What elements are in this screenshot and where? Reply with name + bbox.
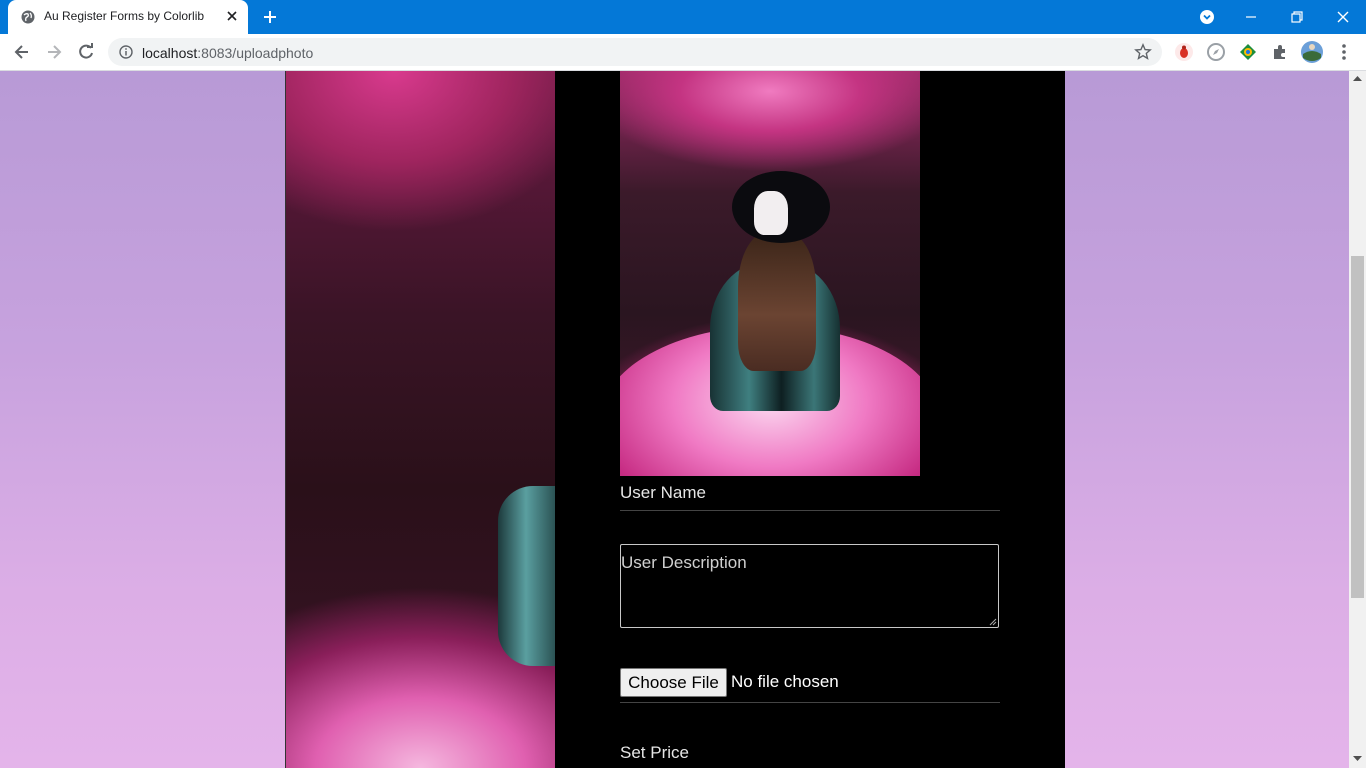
browser-tab-active[interactable]: Au Register Forms by Colorlib xyxy=(8,0,248,34)
more-menu-icon[interactable] xyxy=(1334,42,1354,62)
globe-icon xyxy=(21,10,35,24)
site-info-icon[interactable] xyxy=(119,45,133,59)
preview-hair xyxy=(738,231,816,371)
extensions-puzzle-icon[interactable] xyxy=(1270,42,1290,62)
scrollbar-thumb[interactable] xyxy=(1351,256,1364,598)
tab-title: Au Register Forms by Colorlib xyxy=(44,9,205,23)
browser-toolbar: localhost:8083/uploadphoto xyxy=(0,34,1366,71)
url-host: localhost xyxy=(142,45,198,61)
address-bar[interactable]: localhost:8083/uploadphoto xyxy=(108,38,1162,66)
user-description-placeholder: User Description xyxy=(621,553,747,572)
upload-form: User Name User Description Choose File N… xyxy=(555,71,1065,768)
bookmark-star-icon[interactable] xyxy=(1134,43,1152,61)
compass-extension-icon[interactable] xyxy=(1206,42,1226,62)
scroll-down-arrow-icon[interactable] xyxy=(1353,755,1362,762)
minimize-icon[interactable] xyxy=(1241,7,1261,27)
file-status-text: No file chosen xyxy=(731,672,839,691)
photo-preview-image xyxy=(620,71,920,476)
user-name-underline xyxy=(620,510,1000,511)
reload-icon[interactable] xyxy=(76,42,96,62)
tab-search-icon[interactable] xyxy=(1197,7,1217,27)
hero-smoke-image xyxy=(286,71,555,768)
user-name-field[interactable]: User Name xyxy=(620,483,706,503)
colorful-extension-icon[interactable] xyxy=(1238,42,1258,62)
url-path: :8083/uploadphoto xyxy=(197,45,314,61)
page-scrollbar[interactable] xyxy=(1349,71,1366,768)
bug-extension-icon[interactable] xyxy=(1174,42,1194,62)
profile-avatar-icon[interactable] xyxy=(1300,40,1324,64)
restore-icon[interactable] xyxy=(1287,7,1307,27)
preview-hand xyxy=(754,191,788,235)
hero-jacket-shape xyxy=(498,486,555,666)
url-text: localhost:8083/uploadphoto xyxy=(142,45,313,61)
scroll-up-arrow-icon[interactable] xyxy=(1353,75,1362,82)
close-tab-icon[interactable] xyxy=(224,8,240,24)
set-price-field[interactable]: Set Price xyxy=(620,743,689,763)
close-window-icon[interactable] xyxy=(1333,7,1353,27)
browser-titlebar: Au Register Forms by Colorlib xyxy=(0,0,1366,34)
file-underline xyxy=(620,702,1000,703)
resize-handle-icon[interactable] xyxy=(989,618,997,626)
new-tab-icon[interactable] xyxy=(260,7,280,27)
page-viewport: User Name User Description Choose File N… xyxy=(0,71,1349,768)
back-arrow-icon[interactable] xyxy=(12,42,32,62)
forward-arrow-icon[interactable] xyxy=(44,42,64,62)
register-card: User Name User Description Choose File N… xyxy=(285,71,1065,768)
choose-file-button[interactable]: Choose File xyxy=(620,668,727,697)
user-description-textarea[interactable]: User Description xyxy=(620,544,999,628)
